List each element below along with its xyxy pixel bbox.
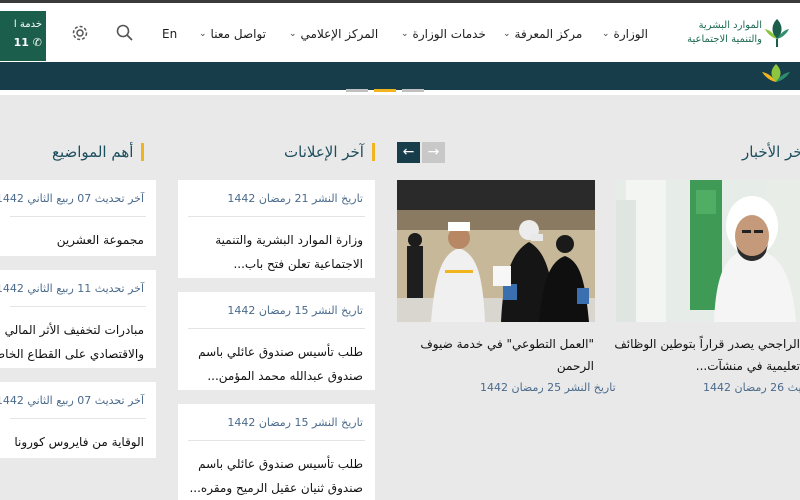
divider — [188, 216, 365, 217]
ministry-logo[interactable]: الموارد البشرية والتنمية الاجتماعية — [682, 13, 792, 53]
banner-leaf-icon — [762, 64, 790, 82]
section-title-topics: أهم المواضيع — [52, 143, 145, 161]
language-toggle[interactable]: En — [162, 27, 177, 41]
chevron-down-icon: ⌄ — [199, 29, 207, 39]
divider — [10, 418, 146, 419]
announcement-date: تاريخ النشر 21 رمضان 1442 — [227, 192, 363, 205]
logo-line-1: الموارد البشرية — [698, 20, 762, 31]
announcement-card-3[interactable]: تاريخ النشر 15 رمضان 1442 طلب تأسيس صندو… — [178, 404, 375, 500]
topic-text[interactable]: مبادرات لتخفيف الأثر المالي والاقتصادي ع… — [0, 318, 144, 366]
service-number-box[interactable]: خدمة ا 11 ✆ — [0, 11, 46, 61]
announcement-date: تاريخ النشر 15 رمضان 1442 — [227, 416, 363, 429]
announcement-text[interactable]: طلب تأسيس صندوق عائلي باسم صندوق عبدالله… — [198, 340, 363, 388]
news-image-minister[interactable] — [616, 180, 800, 322]
nav-services-label: خدمات الوزارة — [412, 27, 486, 41]
search-icon — [116, 24, 133, 41]
nav-contact-label: تواصل معنا — [210, 27, 267, 41]
nav-media-center[interactable]: ⌄ المركز الإعلامي — [289, 27, 378, 41]
nav-services[interactable]: ⌄ خدمات الوزارة — [401, 27, 486, 41]
nav-ministry[interactable]: ⌄ الوزارة — [602, 27, 648, 41]
slider-dot[interactable] — [402, 89, 424, 92]
nav-knowledge-center[interactable]: ⌄ مركز المعرفة — [503, 27, 582, 41]
slider-dot-active[interactable] — [374, 89, 396, 92]
arrow-right-icon: → — [427, 144, 440, 160]
divider — [188, 328, 365, 329]
logo-line-2: والتنمية الاجتماعية — [687, 34, 762, 45]
news-date-2: تاريخ النشر 25 رمضان 1442 — [480, 381, 616, 394]
announcement-text[interactable]: وزارة الموارد البشرية والتنمية الاجتماعي… — [215, 228, 363, 276]
site-header: الموارد البشرية والتنمية الاجتماعية ⌄ ال… — [0, 3, 800, 62]
chevron-down-icon: ⌄ — [401, 29, 409, 39]
news-title-2-line-2[interactable]: الرحمن — [557, 354, 594, 378]
logo-leaf-icon — [765, 19, 789, 47]
news-date-1: تحديث 26 رمضان 1442 — [703, 381, 800, 394]
section-title-announcements: آخر الإعلانات — [284, 143, 375, 161]
divider — [10, 216, 146, 217]
slider-dot[interactable] — [346, 89, 368, 92]
nav-knowledge-label: مركز المعرفة — [514, 27, 583, 41]
news-image-volunteer[interactable] — [397, 180, 595, 322]
nav-contact[interactable]: ⌄ تواصل معنا — [199, 27, 266, 41]
news-title-2-line-1[interactable]: "العمل التطوعي" في خدمة ضيوف — [420, 332, 594, 356]
search-button[interactable] — [115, 23, 135, 43]
chevron-down-icon: ⌄ — [602, 29, 610, 39]
phone-icon: ✆ — [32, 36, 42, 49]
arrow-left-icon: ← — [402, 144, 415, 160]
news-title-1-line-1[interactable]: الراجحي يصدر قراراً بتوطين الوظائف — [614, 332, 800, 356]
announcement-date: تاريخ النشر 15 رمضان 1442 — [227, 304, 363, 317]
topic-card-1[interactable]: آخر تحديث 07 ربيع الثاني 1442 مجموعة الع… — [0, 180, 156, 256]
news-title-1-line-2[interactable]: تعليمية في منشآت... — [696, 354, 800, 378]
announcement-text[interactable]: طلب تأسيس صندوق عائلي باسم صندوق ثنيان ع… — [189, 452, 363, 500]
service-phone: 11 ✆ — [13, 36, 42, 49]
section-title-news: آخر الأخبار — [742, 143, 800, 161]
hero-banner — [0, 62, 800, 90]
chevron-down-icon: ⌄ — [503, 29, 511, 39]
slider-pagination — [346, 89, 424, 92]
nav-ministry-label: الوزارة — [613, 27, 648, 41]
topic-date: آخر تحديث 11 ربيع الثاني 1442 — [0, 282, 144, 295]
announcement-card-2[interactable]: تاريخ النشر 15 رمضان 1442 طلب تأسيس صندو… — [178, 292, 375, 390]
topic-text[interactable]: الوقاية من فايروس كورونا — [14, 430, 144, 454]
chevron-down-icon: ⌄ — [289, 29, 297, 39]
divider — [10, 306, 146, 307]
topic-card-2[interactable]: آخر تحديث 11 ربيع الثاني 1442 مبادرات لت… — [0, 270, 156, 368]
settings-button[interactable] — [70, 23, 90, 43]
service-label: خدمة ا — [13, 19, 42, 30]
content-area: آخر الأخبار → ← الراجحي يصدر قراراً بتوط… — [0, 95, 800, 500]
topic-text[interactable]: مجموعة العشرين — [57, 228, 144, 252]
announcement-card-1[interactable]: تاريخ النشر 21 رمضان 1442 وزارة الموارد … — [178, 180, 375, 278]
topic-date: آخر تحديث 07 ربيع الثاني 1442 — [0, 394, 144, 407]
gear-icon — [72, 25, 88, 41]
topic-date: آخر تحديث 07 ربيع الثاني 1442 — [0, 192, 144, 205]
nav-media-label: المركز الإعلامي — [300, 27, 379, 41]
news-next-button[interactable]: → — [422, 142, 445, 163]
topic-card-3[interactable]: آخر تحديث 07 ربيع الثاني 1442 الوقاية من… — [0, 382, 156, 458]
news-prev-button[interactable]: ← — [397, 142, 420, 163]
divider — [188, 440, 365, 441]
